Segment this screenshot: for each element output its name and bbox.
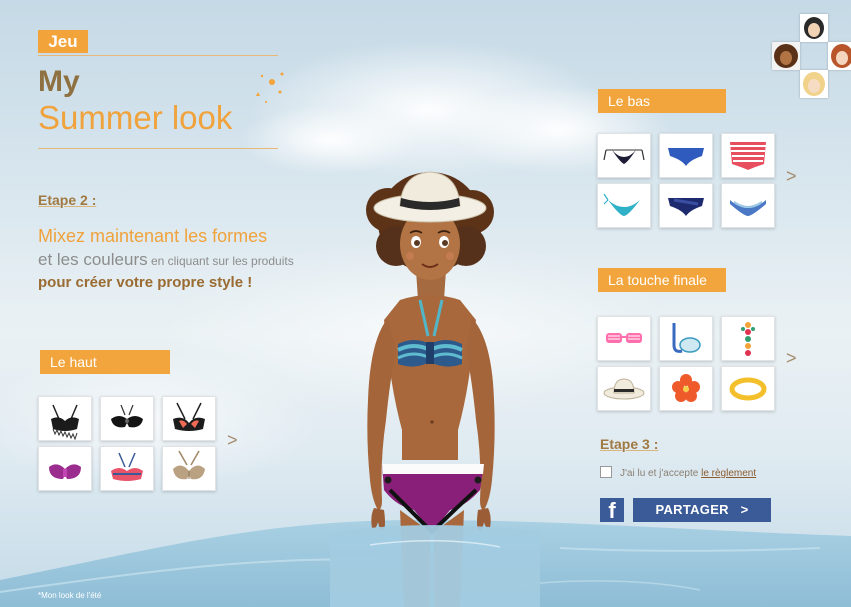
title-my: My: [38, 65, 80, 98]
red-striped-high-waist-bottom-tile[interactable]: [721, 133, 775, 178]
beaded-necklace-tile[interactable]: [721, 316, 775, 361]
sparkle-icon: [256, 72, 284, 103]
hibiscus-flower-tile[interactable]: [659, 366, 713, 411]
red-hair-avatar[interactable]: [828, 42, 851, 70]
section-haut-banner: Le haut: [40, 350, 170, 374]
accept-rules-checkbox[interactable]: [600, 466, 612, 478]
blue-brief-bottom-tile[interactable]: [659, 133, 713, 178]
title-top-rule: [38, 55, 278, 56]
step2-line2-a: et les couleurs: [38, 250, 148, 269]
accept-rules-row[interactable]: J'ai lu et j'accepte le règlement: [600, 466, 756, 479]
facebook-icon[interactable]: f: [600, 498, 624, 523]
dark-string-bottom-tile[interactable]: [597, 133, 651, 178]
afro-avatar[interactable]: [772, 42, 800, 70]
panama-hat-tile[interactable]: [597, 366, 651, 411]
bas-next-arrow[interactable]: >: [786, 166, 797, 187]
game-stage: Jeu My Summer look Etape 2 : Mixez maint…: [0, 0, 851, 607]
blue-striped-bottom-tile[interactable]: [721, 183, 775, 228]
black-bob-avatar[interactable]: [800, 14, 828, 42]
snorkel-mask-tile[interactable]: [659, 316, 713, 361]
title-bottom-rule: [38, 148, 278, 149]
pink-shutter-sunglasses-tile[interactable]: [597, 316, 651, 361]
step3-title: Etape 3 :: [600, 436, 659, 452]
blonde-avatar[interactable]: [800, 70, 828, 98]
blue-coral-halter-top-tile[interactable]: [100, 446, 154, 491]
step2-title: Etape 2 :: [38, 192, 97, 208]
yellow-bangle-tile[interactable]: [721, 366, 775, 411]
title-summer-look: Summer look: [38, 99, 233, 136]
game-tag: Jeu: [38, 30, 88, 53]
section-bas-banner: Le bas: [598, 89, 726, 113]
navy-wrap-bottom-tile[interactable]: [659, 183, 713, 228]
share-label: PARTAGER: [655, 502, 729, 517]
black-frilled-halter-top-tile[interactable]: [38, 396, 92, 441]
taupe-halter-top-tile[interactable]: [162, 446, 216, 491]
black-bandeau-top-tile[interactable]: [100, 396, 154, 441]
black-coral-halter-top-tile[interactable]: [162, 396, 216, 441]
step2-line2-b: en cliquant sur les produits: [147, 254, 294, 268]
rules-link[interactable]: le règlement: [701, 468, 756, 479]
haut-next-arrow[interactable]: >: [227, 430, 238, 451]
footer-note: *Mon look de l'été: [38, 591, 102, 600]
turquoise-tie-bottom-tile[interactable]: [597, 183, 651, 228]
section-touche-banner: La touche finale: [598, 268, 726, 292]
step2-line1: Mixez maintenant les formes: [38, 226, 268, 246]
purple-twist-bandeau-top-tile[interactable]: [38, 446, 92, 491]
step2-line3: pour créer votre propre style !: [38, 274, 253, 291]
water-surface: [330, 525, 540, 607]
step2-line2: et les couleurs en cliquant sur les prod…: [38, 250, 294, 270]
accept-rules-label: J'ai lu et j'accepte: [620, 468, 699, 479]
touche-next-arrow[interactable]: >: [786, 348, 797, 369]
share-arrow-icon: >: [740, 502, 749, 517]
share-button[interactable]: PARTAGER >: [633, 498, 771, 522]
